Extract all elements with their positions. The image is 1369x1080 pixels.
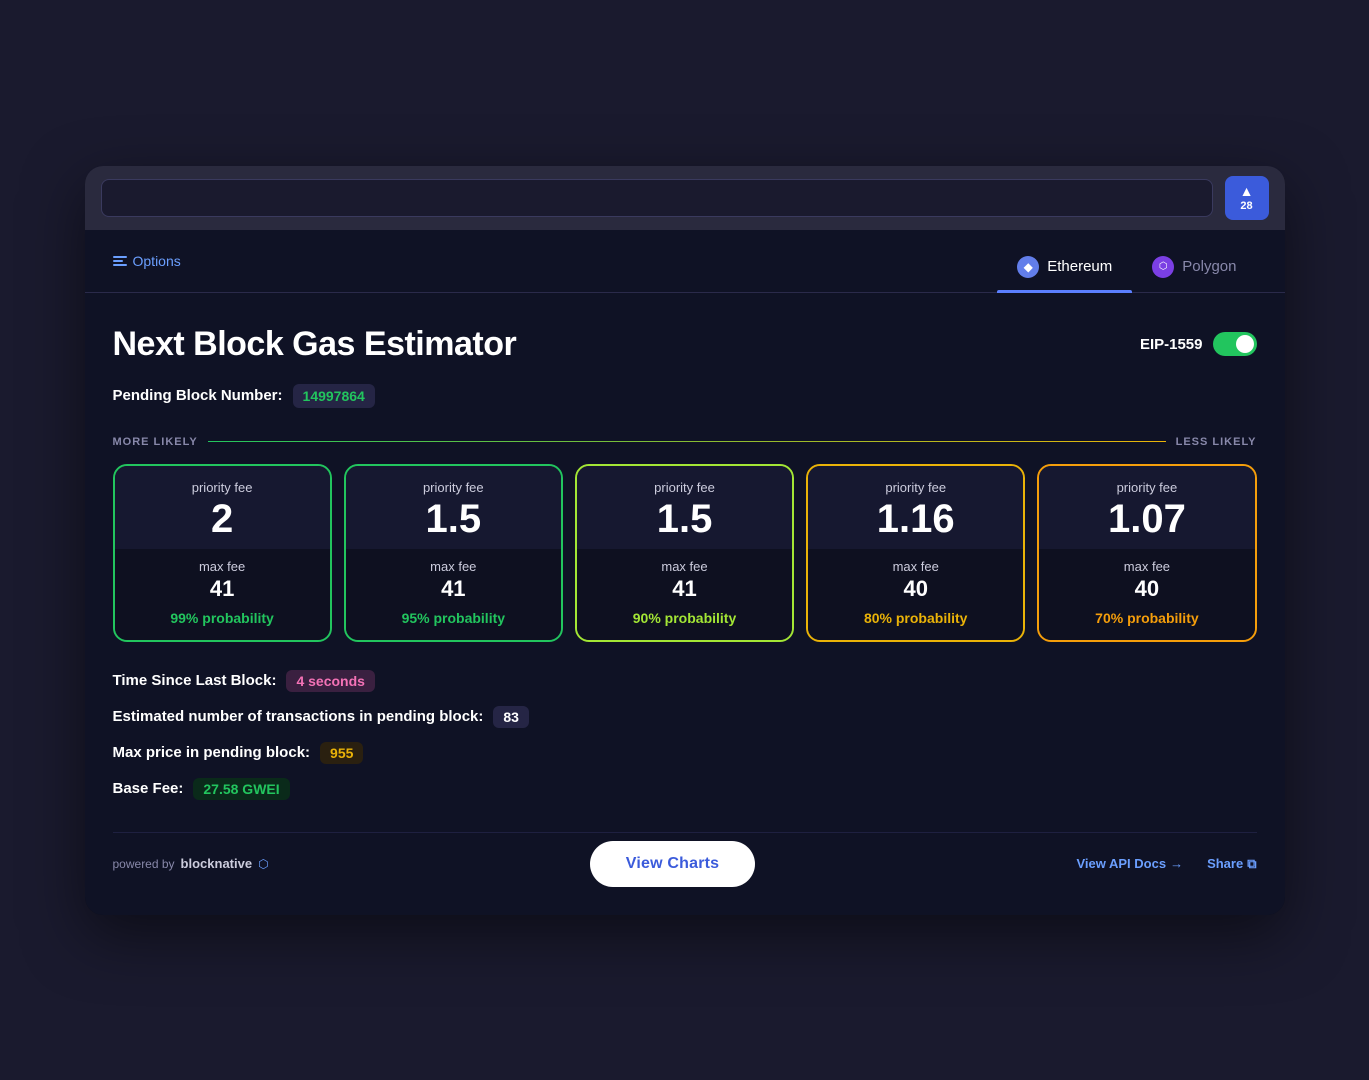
options-sliders-icon — [113, 256, 127, 266]
browser-bar: ▲ 28 — [85, 166, 1285, 230]
max-fee-value-5: 40 — [1051, 576, 1242, 602]
page-header: Next Block Gas Estimator EIP-1559 — [113, 325, 1257, 364]
max-price-label: Max price in pending block: — [113, 744, 311, 761]
arrow-right-icon: → — [1170, 856, 1183, 871]
probability-1: 99% probability — [127, 610, 318, 626]
card-top-2: priority fee 1.5 — [346, 466, 561, 549]
ethereum-icon: ◆ — [1017, 256, 1039, 278]
priority-fee-label-4: priority fee — [820, 480, 1011, 495]
gas-card-5: priority fee 1.07 max fee 40 70% probabi… — [1037, 464, 1256, 642]
gas-cards-row: priority fee 2 max fee 41 99% probabilit… — [113, 464, 1257, 642]
card-bottom-5: max fee 40 70% probability — [1039, 549, 1254, 640]
probability-3: 90% probability — [589, 610, 780, 626]
max-fee-label-5: max fee — [1051, 559, 1242, 574]
time-since-row: Time Since Last Block: 4 seconds — [113, 670, 1257, 692]
priority-fee-label-2: priority fee — [358, 480, 549, 495]
share-icon: ⧉ — [1247, 856, 1256, 872]
eip-toggle-container: EIP-1559 — [1140, 332, 1257, 356]
probability-2: 95% probability — [358, 610, 549, 626]
share-link[interactable]: Share ⧉ — [1207, 856, 1256, 872]
tab-ethereum[interactable]: ◆ Ethereum — [997, 246, 1132, 292]
gas-card-4: priority fee 1.16 max fee 40 80% probabi… — [806, 464, 1025, 642]
footer: powered by blocknative ⬡ View Charts Vie… — [113, 832, 1257, 887]
priority-fee-value-4: 1.16 — [820, 499, 1011, 539]
gas-card-1: priority fee 2 max fee 41 99% probabilit… — [113, 464, 332, 642]
est-tx-label: Estimated number of transactions in pend… — [113, 708, 484, 725]
brand-icon: ⬡ — [258, 857, 268, 871]
base-fee-label: Base Fee: — [113, 780, 184, 797]
probability-4: 80% probability — [820, 610, 1011, 626]
max-fee-label-4: max fee — [820, 559, 1011, 574]
likelihood-line — [208, 441, 1166, 442]
brand-name: blocknative — [181, 856, 253, 871]
max-fee-value-4: 40 — [820, 576, 1011, 602]
priority-fee-label-1: priority fee — [127, 480, 318, 495]
powered-label: powered by — [113, 857, 175, 871]
gas-card-2: priority fee 1.5 max fee 41 95% probabil… — [344, 464, 563, 642]
tab-ethereum-label: Ethereum — [1047, 258, 1112, 275]
url-bar — [101, 179, 1213, 217]
options-button[interactable]: Options — [113, 253, 181, 285]
priority-fee-label-5: priority fee — [1051, 480, 1242, 495]
max-fee-value-1: 41 — [127, 576, 318, 602]
eip-toggle-switch[interactable] — [1213, 332, 1257, 356]
card-top-1: priority fee 2 — [115, 466, 330, 549]
app-container: ▲ 28 Options ◆ Ethereum ⬡ Polygon — [85, 166, 1285, 915]
est-tx-row: Estimated number of transactions in pend… — [113, 706, 1257, 728]
tab-polygon-label: Polygon — [1182, 258, 1236, 275]
polygon-icon: ⬡ — [1152, 256, 1174, 278]
card-bottom-1: max fee 41 99% probability — [115, 549, 330, 640]
ext-logo-icon: ▲ — [1240, 183, 1254, 199]
max-fee-label-1: max fee — [127, 559, 318, 574]
pending-block-row: Pending Block Number: 14997864 — [113, 384, 1257, 408]
max-fee-label-2: max fee — [358, 559, 549, 574]
priority-fee-label-3: priority fee — [589, 480, 780, 495]
content-area: Next Block Gas Estimator EIP-1559 Pendin… — [85, 293, 1285, 915]
card-top-3: priority fee 1.5 — [577, 466, 792, 549]
probability-5: 70% probability — [1051, 610, 1242, 626]
pending-block-label: Pending Block Number: — [113, 387, 283, 404]
pending-block-value: 14997864 — [293, 384, 375, 408]
card-bottom-3: max fee 41 90% probability — [577, 549, 792, 640]
eip-label: EIP-1559 — [1140, 336, 1203, 353]
stats-section: Time Since Last Block: 4 seconds Estimat… — [113, 670, 1257, 800]
priority-fee-value-3: 1.5 — [589, 499, 780, 539]
est-tx-value: 83 — [493, 706, 529, 728]
api-docs-label: View API Docs — [1076, 856, 1166, 871]
page-title: Next Block Gas Estimator — [113, 325, 517, 364]
footer-links: View API Docs → Share ⧉ — [1076, 856, 1256, 872]
time-since-label: Time Since Last Block: — [113, 672, 277, 689]
priority-fee-value-2: 1.5 — [358, 499, 549, 539]
ext-count: 28 — [1240, 200, 1252, 212]
time-since-value: 4 seconds — [286, 670, 374, 692]
card-bottom-2: max fee 41 95% probability — [346, 549, 561, 640]
priority-fee-value-5: 1.07 — [1051, 499, 1242, 539]
more-likely-label: MORE LIKELY — [113, 436, 198, 448]
max-fee-label-3: max fee — [589, 559, 780, 574]
toggle-knob — [1236, 335, 1254, 353]
tab-polygon[interactable]: ⬡ Polygon — [1132, 246, 1256, 292]
max-fee-value-3: 41 — [589, 576, 780, 602]
card-bottom-4: max fee 40 80% probability — [808, 549, 1023, 640]
view-api-docs-link[interactable]: View API Docs → — [1076, 856, 1183, 871]
extension-badge[interactable]: ▲ 28 — [1225, 176, 1269, 220]
base-fee-row: Base Fee: 27.58 GWEI — [113, 778, 1257, 800]
powered-by-section: powered by blocknative ⬡ — [113, 856, 269, 871]
max-price-row: Max price in pending block: 955 — [113, 742, 1257, 764]
card-top-5: priority fee 1.07 — [1039, 466, 1254, 549]
likelihood-bar: MORE LIKELY LESS LIKELY — [113, 436, 1257, 448]
gas-card-3: priority fee 1.5 max fee 41 90% probabil… — [575, 464, 794, 642]
card-top-4: priority fee 1.16 — [808, 466, 1023, 549]
tab-bar: Options ◆ Ethereum ⬡ Polygon — [85, 230, 1285, 293]
options-label: Options — [133, 253, 181, 269]
priority-fee-value-1: 2 — [127, 499, 318, 539]
max-fee-value-2: 41 — [358, 576, 549, 602]
view-charts-button[interactable]: View Charts — [590, 841, 756, 887]
less-likely-label: LESS LIKELY — [1176, 436, 1257, 448]
max-price-value: 955 — [320, 742, 363, 764]
base-fee-value: 27.58 GWEI — [193, 778, 289, 800]
main-panel: Options ◆ Ethereum ⬡ Polygon Next Block … — [85, 230, 1285, 915]
share-label: Share — [1207, 856, 1243, 871]
